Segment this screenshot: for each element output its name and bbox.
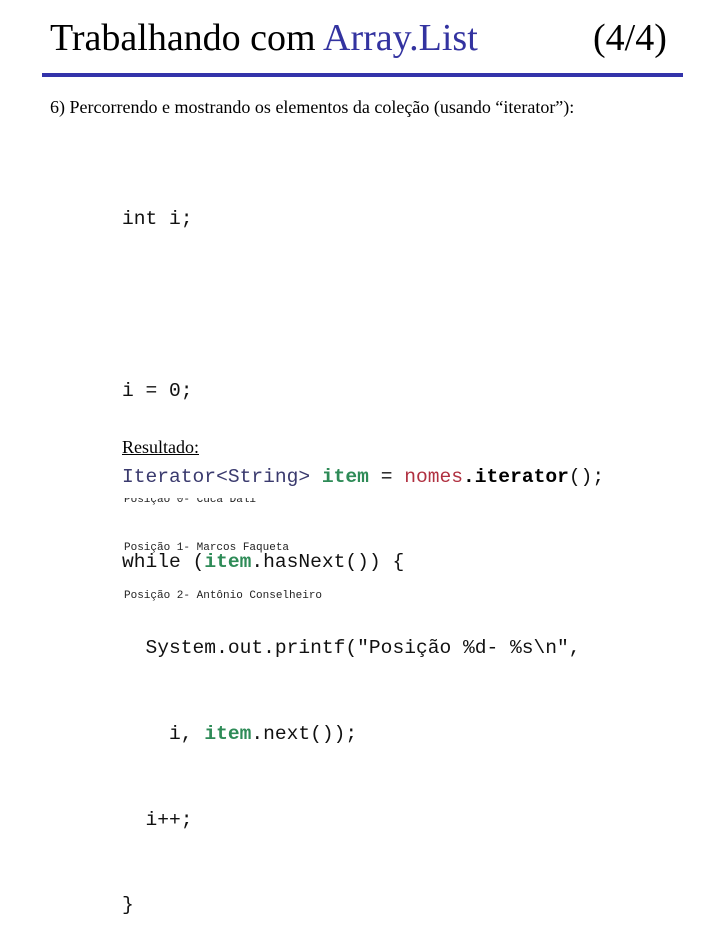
code-line-1: int i; [122, 208, 193, 231]
console-output: Posição 0- Cuca Dalí Posição 1- Marcos F… [124, 466, 322, 620]
code-end: (); [568, 465, 605, 488]
title-divider [42, 73, 683, 77]
section-heading: 6) Percorrendo e mostrando os elementos … [50, 97, 575, 117]
output-line: Posição 0- Cuca Dalí [124, 498, 322, 508]
output-line: Posição 1- Marcos Faqueta [124, 542, 290, 554]
output-line-text: Posição 0- Cuca Dalí [124, 498, 257, 506]
slide-title-prefix: Trabalhando com [50, 17, 324, 59]
code-rest: .next()); [251, 722, 358, 745]
code-line-7: i, item.next()); [122, 720, 604, 749]
code-line-6: System.out.printf("Posição %d- %s\n", [122, 637, 581, 660]
code-line-8: i++; [122, 808, 193, 831]
slide-title: Trabalhando com Array.List [50, 16, 478, 62]
slide-title-accent: Array.List [323, 17, 478, 59]
code-args: i, [122, 722, 205, 745]
code-line-3: i = 0; [122, 379, 193, 402]
code-assign: = [368, 465, 405, 488]
code-variable: item [321, 465, 369, 488]
result-label: Resultado: [122, 437, 199, 457]
code-variable: item [204, 722, 252, 745]
page-indicator: (4/4) [593, 17, 667, 59]
output-line: Posição 2- Antônio Conselheiro [124, 590, 323, 602]
code-method: .iterator [463, 465, 569, 488]
code-line-9: } [122, 894, 134, 917]
code-object: nomes [404, 465, 464, 488]
